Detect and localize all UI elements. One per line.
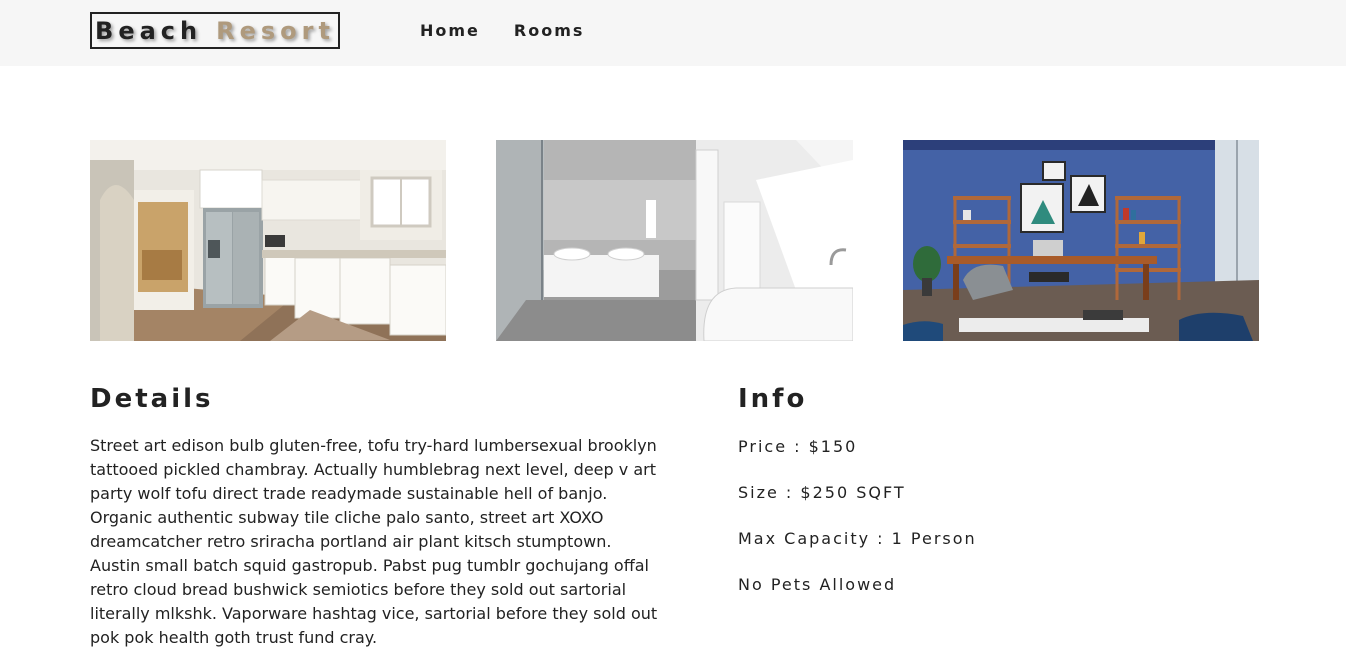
details-section: Details Street art edison bulb gluten-fr… — [90, 384, 665, 650]
details-title: Details — [90, 384, 214, 414]
kitchen-photo — [90, 140, 446, 341]
info-capacity: Max Capacity : 1 Person — [738, 529, 977, 548]
nav-link-rooms[interactable]: Rooms — [514, 21, 585, 40]
nav-link-home[interactable]: Home — [420, 21, 480, 40]
logo-word-beach: Beach — [95, 16, 203, 45]
info-title: Info — [738, 384, 808, 414]
logo[interactable]: Beach Resort — [90, 12, 340, 49]
info-section: Info Price : $150 Size : $250 SQFT Max C… — [738, 384, 1258, 619]
bathroom-photo — [496, 140, 853, 341]
office-living-room-photo — [903, 140, 1259, 341]
info-list: Price : $150 Size : $250 SQFT Max Capaci… — [738, 435, 1258, 619]
logo-word-resort: Resort — [216, 16, 335, 45]
info-price: Price : $150 — [738, 437, 858, 456]
navbar: Beach Resort Home Rooms — [0, 0, 1346, 66]
info-size: Size : $250 SQFT — [738, 483, 906, 502]
info-pets: No Pets Allowed — [738, 575, 897, 594]
nav-links: Home Rooms — [420, 21, 584, 40]
details-text: Street art edison bulb gluten-free, tofu… — [90, 436, 658, 647]
